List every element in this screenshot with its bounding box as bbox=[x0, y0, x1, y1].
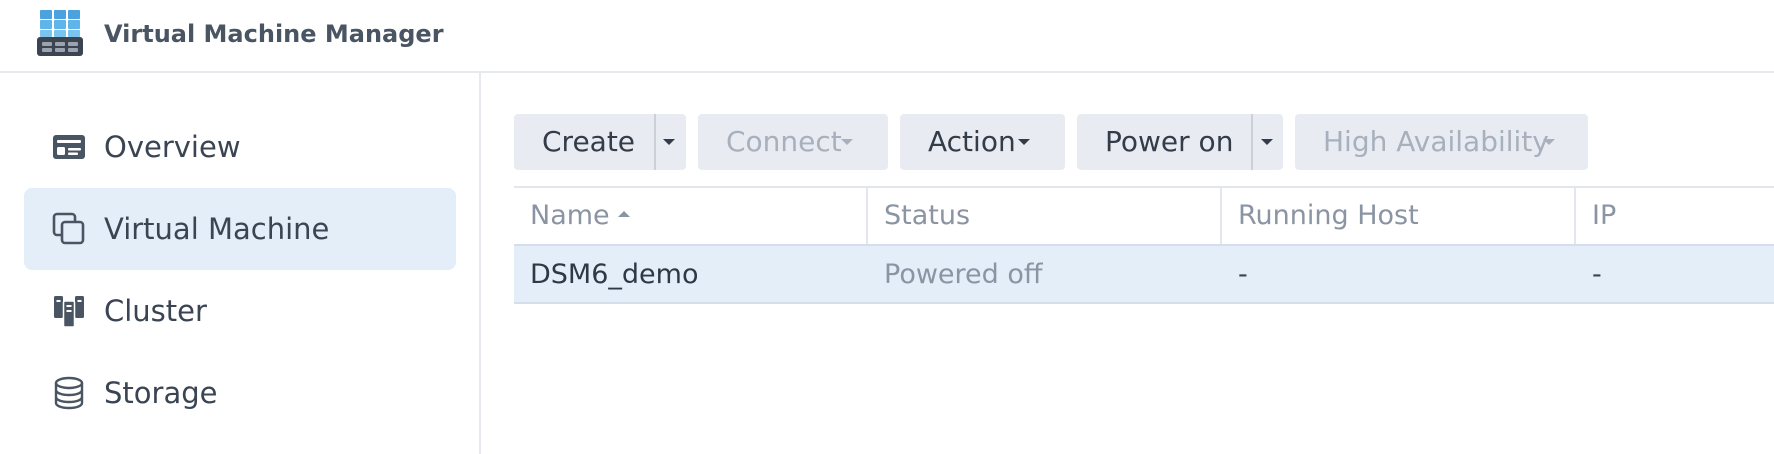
create-split-button: Create bbox=[514, 114, 686, 170]
sidebar-item-cluster[interactable]: Cluster bbox=[24, 270, 456, 352]
split-divider bbox=[654, 114, 656, 170]
high-availability-button[interactable]: High Availability bbox=[1295, 114, 1588, 170]
sidebar-item-label: Virtual Machine bbox=[104, 212, 330, 246]
vm-status-cell: Powered off bbox=[884, 259, 1043, 290]
virtual-machine-icon bbox=[52, 212, 85, 245]
action-button-label: Action bbox=[928, 125, 1016, 158]
vmm-app-icon bbox=[37, 10, 83, 56]
column-header-name[interactable]: Name bbox=[514, 188, 868, 244]
vm-ip-cell: - bbox=[1592, 259, 1602, 290]
column-header-ip[interactable]: IP bbox=[1576, 188, 1774, 244]
connect-button-label: Connect bbox=[726, 125, 842, 158]
sort-ascending-icon bbox=[617, 210, 630, 217]
connect-button[interactable]: Connect bbox=[698, 114, 888, 170]
title-bar: Virtual Machine Manager bbox=[0, 0, 1774, 73]
sidebar-item-label: Overview bbox=[104, 130, 241, 164]
overview-icon bbox=[53, 135, 85, 159]
chevron-down-icon bbox=[1543, 139, 1555, 145]
sidebar: Overview Virtual Machine Cluster Storage bbox=[0, 73, 481, 454]
vm-name-cell: DSM6_demo bbox=[530, 259, 699, 290]
column-header-label: Status bbox=[884, 200, 971, 231]
sidebar-item-label: Cluster bbox=[104, 294, 207, 328]
chevron-down-icon bbox=[841, 139, 853, 145]
vm-running-host-cell: - bbox=[1238, 259, 1248, 290]
power-on-split-button: Power on bbox=[1077, 114, 1283, 170]
power-on-dropdown-icon[interactable] bbox=[1261, 139, 1273, 145]
action-button[interactable]: Action bbox=[900, 114, 1065, 170]
high-availability-button-label: High Availability bbox=[1323, 125, 1549, 158]
chevron-down-icon bbox=[1018, 139, 1030, 145]
cluster-icon bbox=[54, 296, 84, 328]
sidebar-item-virtual-machine[interactable]: Virtual Machine bbox=[24, 188, 456, 270]
create-dropdown-icon[interactable] bbox=[663, 139, 675, 145]
create-button[interactable]: Create bbox=[542, 126, 635, 158]
sidebar-item-overview[interactable]: Overview bbox=[24, 106, 456, 188]
power-on-button[interactable]: Power on bbox=[1105, 126, 1233, 158]
column-header-label: Running Host bbox=[1238, 200, 1419, 231]
table-row[interactable]: DSM6_demo Powered off - - bbox=[514, 244, 1774, 304]
sidebar-item-label: Storage bbox=[104, 376, 218, 410]
column-header-label: Name bbox=[530, 200, 610, 231]
column-header-label: IP bbox=[1592, 200, 1617, 231]
column-header-running-host[interactable]: Running Host bbox=[1222, 188, 1576, 244]
split-divider bbox=[1251, 114, 1253, 170]
sidebar-item-storage[interactable]: Storage bbox=[24, 352, 456, 434]
app-title: Virtual Machine Manager bbox=[104, 20, 444, 48]
column-header-status[interactable]: Status bbox=[868, 188, 1222, 244]
storage-icon bbox=[54, 376, 84, 410]
